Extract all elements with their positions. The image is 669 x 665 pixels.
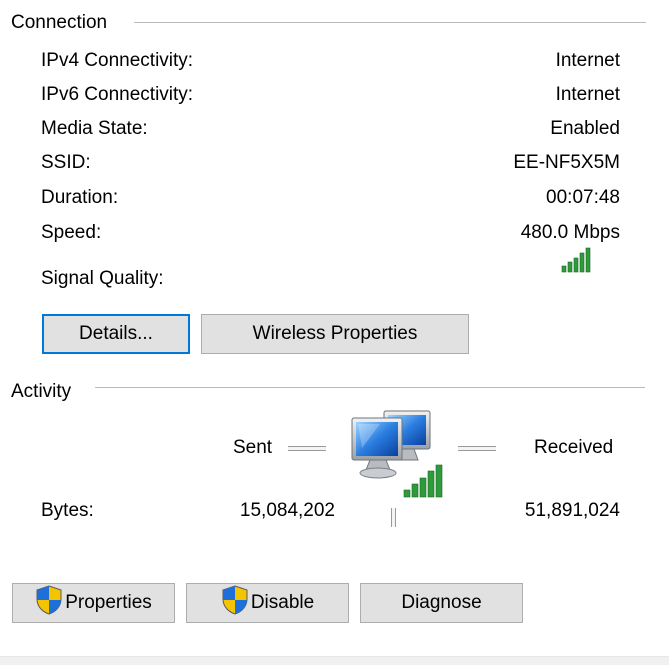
activity-group-divider: [95, 387, 645, 388]
properties-button-label: Properties: [65, 592, 152, 613]
network-activity-icon: [351, 410, 443, 498]
activity-divider: [391, 508, 396, 527]
uac-shield-icon: [221, 585, 249, 621]
duration-value: 00:07:48: [546, 187, 620, 208]
ssid-label: SSID:: [41, 152, 91, 173]
connection-group-title: Connection: [11, 12, 108, 33]
received-line: [458, 446, 496, 451]
details-button[interactable]: Details...: [42, 314, 190, 354]
bytes-label: Bytes:: [41, 500, 94, 521]
received-label: Received: [534, 437, 614, 458]
uac-shield-icon: [35, 585, 63, 621]
ipv4-connectivity-value: Internet: [555, 50, 620, 71]
ssid-value: EE-NF5X5M: [513, 152, 620, 173]
activity-group-title: Activity: [11, 381, 72, 402]
media-state-label: Media State:: [41, 118, 148, 139]
sent-label: Sent: [233, 437, 273, 458]
connection-group-divider: [134, 22, 646, 23]
disable-button[interactable]: Disable: [186, 583, 349, 623]
diagnose-button[interactable]: Diagnose: [360, 583, 523, 623]
properties-button[interactable]: Properties: [12, 583, 175, 623]
speed-label: Speed:: [41, 222, 102, 243]
sent-line: [288, 446, 326, 451]
ipv4-connectivity-label: IPv4 Connectivity:: [41, 50, 194, 71]
bytes-sent-value: 15,084,202: [239, 500, 335, 521]
media-state-value: Enabled: [550, 118, 620, 139]
disable-button-label: Disable: [250, 592, 315, 613]
bytes-received-value: 51,891,024: [524, 500, 620, 521]
speed-value: 480.0 Mbps: [520, 222, 620, 243]
ipv6-connectivity-value: Internet: [555, 84, 620, 105]
duration-label: Duration:: [41, 187, 119, 208]
signal-strength-icon: [561, 247, 591, 273]
signal-quality-label: Signal Quality:: [41, 268, 164, 289]
ipv6-connectivity-label: IPv6 Connectivity:: [41, 84, 194, 105]
wireless-properties-button[interactable]: Wireless Properties: [201, 314, 469, 354]
